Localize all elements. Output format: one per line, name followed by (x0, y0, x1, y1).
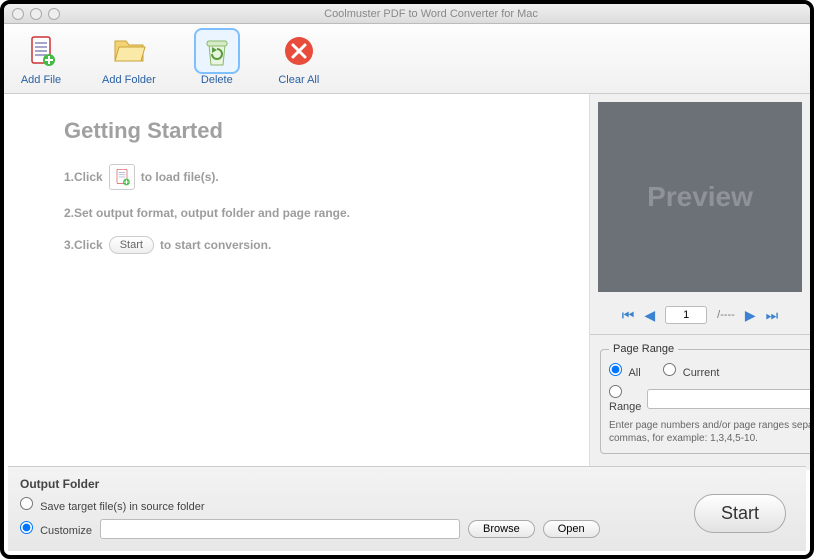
page-nav: ⏮ ◀ /---- ▶ ⏭ (590, 300, 810, 335)
range-hint: Enter page numbers and/or page ranges se… (609, 419, 814, 445)
getting-started-panel: Getting Started 1.Click to load file(s).… (4, 94, 590, 470)
add-file-label: Add File (21, 74, 61, 86)
customize-option[interactable]: Customize (20, 521, 92, 537)
clear-all-label: Clear All (278, 74, 319, 86)
page-range-group: Page Range All Current Range O Enter pag… (590, 335, 810, 462)
add-folder-label: Add Folder (102, 74, 156, 86)
add-file-icon (20, 30, 62, 72)
range-all-option[interactable]: All (609, 363, 641, 379)
page-input[interactable] (665, 306, 707, 324)
toolbar: Add File Add Folder Delete Clear All (4, 24, 810, 94)
step1-post: to load file(s). (141, 170, 219, 184)
page-total: /---- (717, 309, 735, 321)
body: Getting Started 1.Click to load file(s).… (4, 94, 810, 470)
add-folder-button[interactable]: Add Folder (102, 30, 156, 89)
last-page-icon[interactable]: ⏭ (766, 307, 779, 324)
range-custom-option[interactable]: Range (609, 385, 641, 413)
traffic-lights (12, 8, 60, 20)
clear-all-icon (278, 30, 320, 72)
step-3: 3.Click Start to start conversion. (64, 236, 573, 254)
open-button[interactable]: Open (543, 520, 600, 538)
app-window: Coolmuster PDF to Word Converter for Mac… (0, 0, 814, 559)
delete-label: Delete (201, 74, 233, 86)
page-range-legend: Page Range (609, 343, 678, 355)
add-file-button[interactable]: Add File (20, 30, 62, 89)
prev-page-icon[interactable]: ◀ (644, 307, 655, 324)
browse-button[interactable]: Browse (468, 520, 535, 538)
step2-text: 2.Set output format, output folder and p… (64, 206, 350, 220)
step3-post: to start conversion. (160, 238, 271, 252)
save-source-option[interactable]: Save target file(s) in source folder (20, 497, 205, 513)
step1-pre: 1.Click (64, 170, 103, 184)
preview-label: Preview (647, 181, 753, 213)
zoom-window-icon[interactable] (48, 8, 60, 20)
step-1: 1.Click to load file(s). (64, 164, 573, 190)
first-page-icon[interactable]: ⏮ (622, 307, 635, 324)
next-page-icon[interactable]: ▶ (745, 307, 756, 324)
output-path-input[interactable] (100, 519, 460, 539)
start-button[interactable]: Start (694, 494, 786, 533)
step3-pre: 3.Click (64, 238, 103, 252)
add-folder-icon (108, 30, 150, 72)
delete-button[interactable]: Delete (196, 30, 238, 89)
start-mini-button: Start (109, 236, 154, 254)
getting-started-heading: Getting Started (64, 118, 573, 144)
footer: Output Folder Save target file(s) in sou… (8, 466, 806, 551)
preview-pane: Preview (598, 102, 802, 292)
titlebar: Coolmuster PDF to Word Converter for Mac (4, 4, 810, 24)
range-input[interactable] (647, 389, 814, 409)
add-file-mini-icon (109, 164, 135, 190)
delete-icon (196, 30, 238, 72)
window-title: Coolmuster PDF to Word Converter for Mac (60, 8, 802, 20)
clear-all-button[interactable]: Clear All (278, 30, 320, 89)
close-window-icon[interactable] (12, 8, 24, 20)
range-current-option[interactable]: Current (663, 363, 720, 379)
right-panel: Preview ⏮ ◀ /---- ▶ ⏭ Page Range All Cur… (590, 94, 810, 470)
minimize-window-icon[interactable] (30, 8, 42, 20)
output-folder-label: Output Folder (20, 477, 794, 491)
step-2: 2.Set output format, output folder and p… (64, 206, 573, 220)
